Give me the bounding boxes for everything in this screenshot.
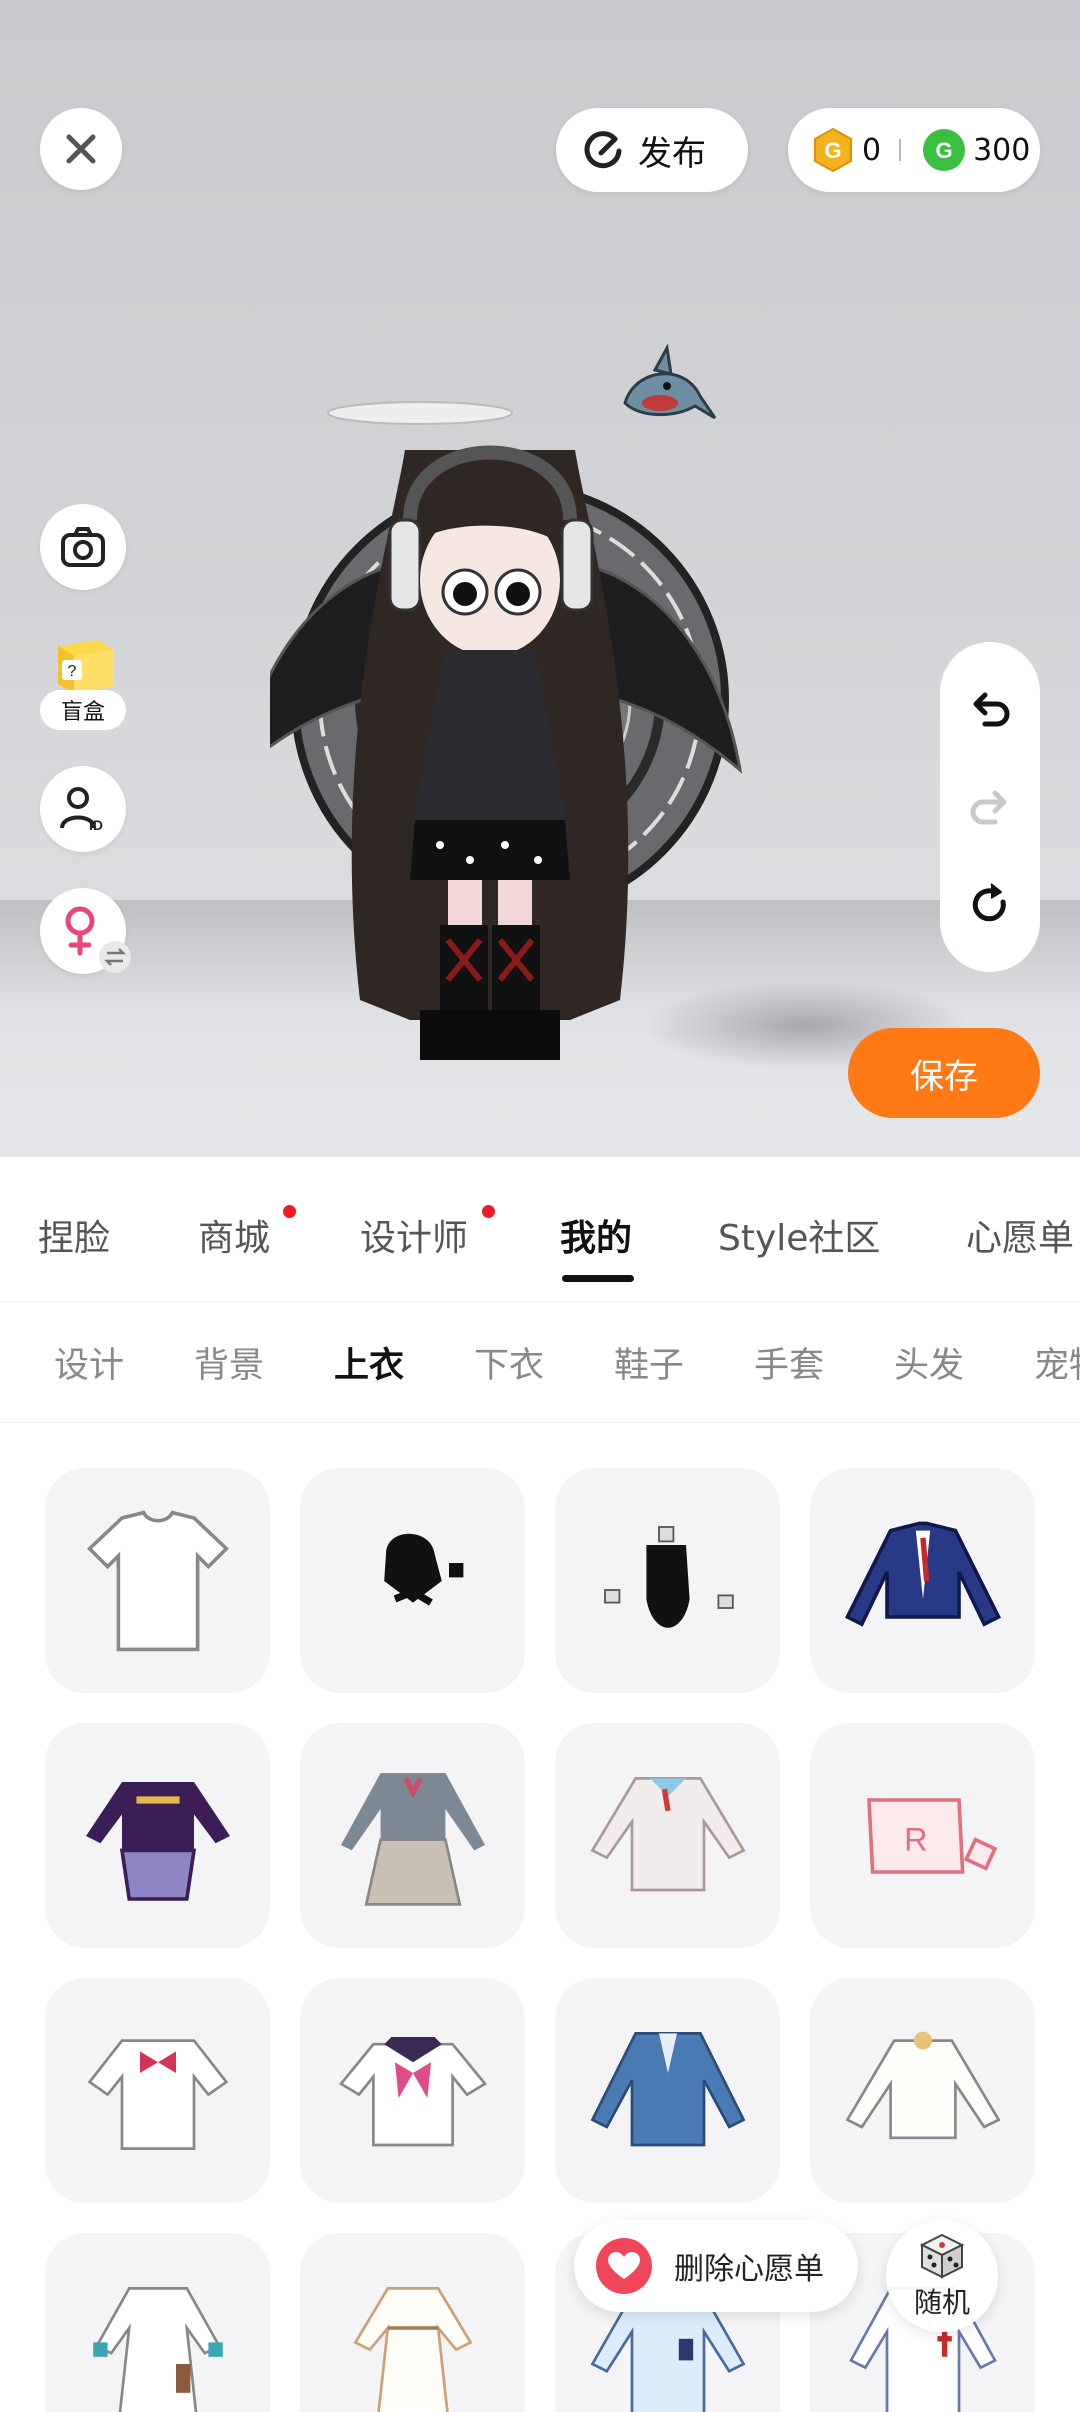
tab-wishlist[interactable]: 心愿单 <box>966 1209 1074 1261</box>
category-bottoms[interactable]: 下衣 <box>474 1337 544 1388</box>
tab-shop[interactable]: 商城 <box>198 1209 270 1261</box>
item-black-bodysuit[interactable] <box>555 1468 780 1693</box>
sailor-top-icon <box>338 2036 487 2146</box>
gold-coin-value: 0 <box>862 132 882 168</box>
remove-from-wishlist-button[interactable]: 删除心愿单 <box>574 2220 858 2312</box>
coin-divider <box>899 139 902 161</box>
pink-crop-top-icon: R <box>866 1797 997 1874</box>
category-pets[interactable]: 宠物 <box>1034 1337 1080 1388</box>
svg-text:?: ? <box>68 663 77 680</box>
dice-icon <box>919 2233 965 2279</box>
navy-blazer-icon <box>844 1521 1001 1627</box>
item-black-tie-top[interactable] <box>300 1468 525 1693</box>
green-coin-value: 300 <box>973 132 1031 168</box>
tab-designer[interactable]: 设计师 <box>360 1209 468 1261</box>
save-button[interactable]: 保存 <box>848 1028 1040 1118</box>
camera-icon <box>61 527 105 567</box>
avatar-character[interactable] <box>270 320 810 1120</box>
category-gloves[interactable]: 手套 <box>754 1337 824 1388</box>
white-dress-icon <box>92 2286 223 2412</box>
history-controls <box>940 642 1040 972</box>
reset-icon[interactable] <box>965 880 1015 930</box>
white-tshirt-icon <box>86 1510 229 1651</box>
redo-icon[interactable] <box>965 782 1015 832</box>
shop-new-dot <box>283 1205 296 1218</box>
blue-jacket-icon <box>590 2031 745 2146</box>
category-background[interactable]: 背景 <box>194 1337 264 1388</box>
white-long-dress-icon <box>352 2286 473 2412</box>
swap-icon <box>99 941 131 973</box>
tab-face[interactable]: 捏脸 <box>38 1209 110 1261</box>
white-ruffle-blouse-icon <box>845 2031 1000 2139</box>
gender-switch-button[interactable] <box>40 888 131 974</box>
item-sailor-top-pink-bow[interactable] <box>300 1978 525 2203</box>
item-white-dress-teal-cuffs[interactable] <box>45 2233 270 2412</box>
item-white-ruffle-blouse[interactable] <box>810 1978 1035 2203</box>
tab-style-community[interactable]: Style社区 <box>718 1209 880 1261</box>
blind-box-button[interactable]: ? 盲盒 <box>40 630 126 730</box>
publish-button[interactable]: 发布 <box>556 108 748 192</box>
grey-uniform-icon <box>340 1772 485 1906</box>
item-grey-school-uniform[interactable] <box>300 1723 525 1948</box>
blind-box-icon: ? <box>58 640 114 694</box>
random-outfit-button[interactable]: 随机 <box>886 2220 998 2332</box>
main-tab-bar: 捏脸 商城 设计师 我的 Style社区 心愿单 <box>0 1157 1080 1302</box>
black-tie-top-icon <box>383 1533 463 1606</box>
heart-icon <box>596 2238 652 2294</box>
currency-balance[interactable]: G 0 G 300 <box>788 108 1040 192</box>
undo-icon[interactable] <box>965 684 1015 734</box>
item-navy-blazer[interactable] <box>810 1468 1035 1693</box>
svg-text:ID: ID <box>89 817 103 833</box>
category-shoes[interactable]: 鞋子 <box>614 1337 684 1388</box>
item-purple-sweater-plaid-skirt[interactable] <box>45 1723 270 1948</box>
close-button[interactable] <box>40 108 122 190</box>
item-white-long-dress[interactable] <box>300 2233 525 2412</box>
category-hair[interactable]: 头发 <box>894 1337 964 1388</box>
designer-new-dot <box>482 1205 495 1218</box>
avatar-scene[interactable]: 发布 G 0 G 300 ? 盲盒 ID 保存 <box>0 0 1080 1157</box>
white-cardigan-icon <box>589 1776 746 1891</box>
gold-coin-icon: G <box>814 127 852 173</box>
user-id-icon: ID <box>60 787 103 833</box>
item-pink-crop-top[interactable]: R <box>810 1723 1035 1948</box>
tab-mine[interactable]: 我的 <box>560 1209 632 1261</box>
camera-button[interactable] <box>40 504 126 590</box>
purple-sweater-icon <box>85 1781 230 1901</box>
active-tab-indicator <box>562 1275 634 1282</box>
avatar-id-button[interactable]: ID <box>40 766 126 852</box>
item-white-tshirt[interactable] <box>45 1468 270 1693</box>
white-blouse-icon <box>87 2038 228 2150</box>
item-blue-denim-jacket[interactable] <box>555 1978 780 2203</box>
shark-pet <box>623 343 717 420</box>
svg-text:G: G <box>936 138 953 163</box>
remove-wishlist-label: 删除心愿单 <box>674 2252 824 2287</box>
random-label: 随机 <box>913 2286 970 2319</box>
publish-icon <box>584 131 622 169</box>
category-tab-bar: 设计 背景 上衣 下衣 鞋子 手套 头发 宠物 <box>0 1303 1080 1423</box>
svg-text:R: R <box>904 1821 927 1857</box>
category-tops[interactable]: 上衣 <box>334 1337 404 1388</box>
item-white-cardigan[interactable] <box>555 1723 780 1948</box>
item-white-blouse-red-bow[interactable] <box>45 1978 270 2203</box>
svg-text:G: G <box>824 138 841 163</box>
black-bodysuit-icon <box>603 1525 734 1628</box>
close-icon <box>66 134 96 164</box>
green-coin-icon: G <box>923 129 966 171</box>
blind-box-label: 盲盒 <box>40 690 126 730</box>
publish-label: 发布 <box>638 133 706 174</box>
category-design[interactable]: 设计 <box>54 1337 124 1388</box>
